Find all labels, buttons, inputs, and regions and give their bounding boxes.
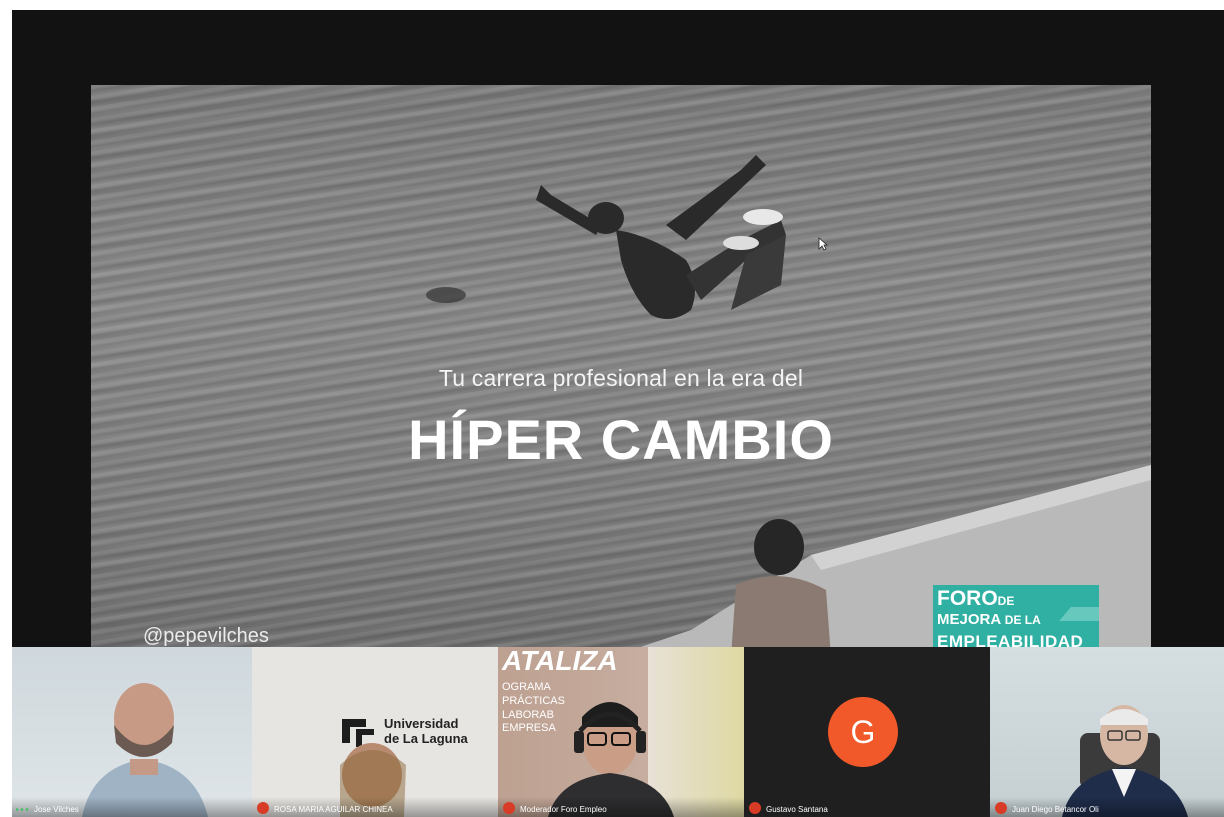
slide-twitter-handle: @pepevilches <box>143 625 269 647</box>
logo-word-de-la: DE LA <box>1004 613 1041 627</box>
background-logo-text: Universidad de La Laguna <box>384 716 468 747</box>
participant-video <box>548 702 674 817</box>
avatar: G <box>828 697 898 767</box>
standing-boy <box>731 519 831 657</box>
slide-title: HÍPER CAMBIO <box>408 408 834 471</box>
diving-boy <box>536 155 786 319</box>
participant-name: Juan Diego Betancor Oli <box>1012 805 1099 814</box>
participant-tile[interactable]: G Gustavo Santana <box>744 647 990 817</box>
logo-word-mejora: MEJORA <box>937 611 1001 628</box>
mic-off-icon <box>749 802 761 814</box>
participant-video <box>82 683 208 817</box>
logo-word-de: DE <box>997 594 1015 608</box>
mic-off-icon <box>257 802 269 814</box>
participant-tile[interactable]: Jose Vilches <box>12 647 252 817</box>
participant-strip: Jose Vilches Universidad de La Laguna RO… <box>12 647 1224 817</box>
slide-subtitle: Tu carrera profesional en la era del <box>438 365 804 391</box>
background-text-line: Universidad <box>384 716 459 731</box>
background-text-line: de La Laguna <box>384 730 468 746</box>
mic-off-icon <box>995 802 1007 814</box>
participant-name: Moderador Foro Empleo <box>520 805 607 814</box>
logo-word-foro: FORO <box>937 587 998 610</box>
floating-debris <box>426 287 466 303</box>
participant-tile[interactable]: Universidad de La Laguna ROSA MARIA AGUI… <box>252 647 498 817</box>
participant-name: Gustavo Santana <box>766 805 828 814</box>
mic-off-icon <box>503 802 515 814</box>
more-dots-icon[interactable] <box>15 808 29 811</box>
participant-name: ROSA MARIA AGUILAR CHINEA <box>274 805 393 814</box>
participant-video <box>1062 705 1188 817</box>
participant-tile[interactable]: Juan Diego Betancor Oli <box>990 647 1224 817</box>
meeting-window: Tu carrera profesional en la era del HÍP… <box>12 10 1224 817</box>
mouse-cursor-icon <box>818 237 828 251</box>
participant-name: Jose Vilches <box>34 805 79 814</box>
shared-screen-slide: Tu carrera profesional en la era del HÍP… <box>91 85 1151 657</box>
logo-chevron-shape <box>1059 607 1099 621</box>
participant-tile[interactable]: ATALIZA OGRAMA PRÁCTICAS LABORAB EMPRESA… <box>498 647 744 817</box>
